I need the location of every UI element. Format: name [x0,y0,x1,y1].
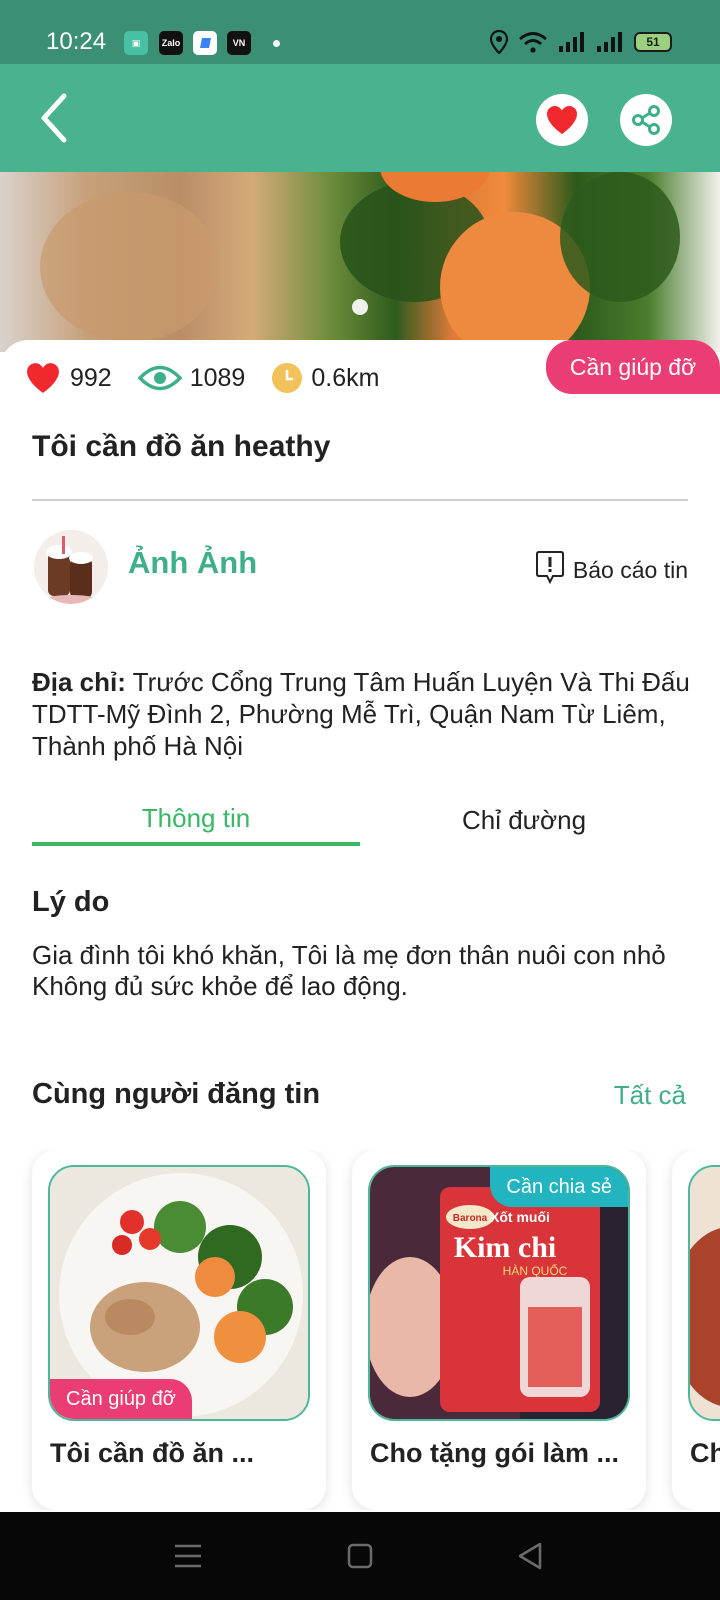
see-all-link[interactable]: Tất cả [614,1080,686,1111]
report-label: Báo cáo tin [572,556,688,583]
related-post-card[interactable]: Barona Xốt muối Kim chi HÀN QUỐC Cần chi… [352,1150,646,1510]
reason-text: Gia đình tôi khó khăn, Tôi là mẹ đơn thâ… [32,940,692,1002]
zalo-icon: Zalo [159,31,183,55]
heart-icon [24,361,62,395]
battery-icon: 51 [634,32,672,52]
share-icon [632,105,660,135]
reason-line-2: Không đủ sức khỏe để lao động. [32,971,408,1001]
reason-heading: Lý do [32,886,110,918]
report-icon [535,550,565,590]
post-stats: 992 1089 0.6km [24,358,405,398]
browser-icon [193,31,217,55]
related-post-card[interactable]: Cần giúp đỡ Tôi cần đồ ăn ... [32,1150,326,1510]
card-title: Tôi cần đồ ăn ... [50,1438,255,1468]
carousel-indicator [352,299,368,315]
app-notification-icon: ▣ [124,31,148,55]
status-bar: 10:24 ▣ Zalo VN 51 [0,0,720,64]
views-stat: 1089 [137,363,246,393]
address: Địa chỉ: Trước Cổng Trung Tâm Huấn Luyện… [32,666,692,762]
vn-app-icon: VN [227,31,251,55]
more-notifications-dot [273,40,280,47]
related-heading: Cùng người đăng tin [32,1078,321,1110]
divider [32,499,688,501]
status-time: 10:24 [46,28,107,55]
svg-text:Xốt muối: Xốt muối [490,1209,550,1225]
likes-stat: 992 [24,361,112,395]
status-indicators: 51 [490,30,672,54]
triangle-back-icon [518,1542,542,1570]
clock-icon [271,362,303,394]
wifi-icon [519,32,547,53]
menu-icon [175,1544,201,1568]
card-image: Barona Xốt muối Kim chi HÀN QUỐC Cần chi… [368,1165,630,1421]
back-button[interactable] [30,90,80,146]
location-icon [490,30,508,54]
svg-text:Kim chi: Kim chi [454,1231,557,1264]
home-button[interactable] [338,1534,382,1578]
post-title: Tôi cần đồ ăn heathy [32,430,331,463]
heart-icon [547,106,577,134]
post-image-carousel[interactable] [0,172,720,352]
card-status-badge: Cần giúp đỡ [50,1379,192,1419]
svg-text:HÀN QUỐC: HÀN QUỐC [503,1263,568,1278]
tab-directions[interactable]: Chỉ đường [360,794,688,846]
share-button[interactable] [620,94,672,146]
views-count: 1089 [189,363,246,392]
eye-icon [137,363,182,393]
card-title: Ch [690,1438,720,1468]
app-header [0,64,720,172]
card-status-badge: Cần chia sẻ [490,1167,628,1207]
card-image [688,1165,720,1421]
detail-tabs: Thông tin Chỉ đường [32,794,688,846]
chevron-left-icon [41,93,67,143]
square-icon [347,1543,373,1569]
recents-button[interactable] [166,1534,210,1578]
post-detail: Cần giúp đỡ 992 1089 0.6km Tôi cần đồ ăn… [0,340,720,1512]
address-label: Địa chỉ: [32,667,126,697]
related-posts-list: Cần giúp đỡ Tôi cần đồ ăn ... Barona Xốt… [0,1150,720,1510]
related-post-card[interactable]: Ch [672,1150,720,1510]
author-name[interactable]: Ảnh Ảnh [128,545,257,581]
author-avatar[interactable] [34,530,108,604]
status-badge: Cần giúp đỡ [546,340,720,394]
distance-stat: 0.6km [271,362,379,394]
favorite-button[interactable] [536,94,588,146]
card-title: Cho tặng gói làm ... [370,1438,619,1468]
distance-value: 0.6km [311,363,380,392]
system-nav-bar [0,1512,720,1600]
reason-line-1: Gia đình tôi khó khăn, Tôi là mẹ đơn thâ… [32,940,666,970]
card-image: Cần giúp đỡ [48,1165,310,1421]
report-button[interactable]: Báo cáo tin [535,550,688,590]
signal-icon [559,32,584,52]
likes-count: 992 [70,363,112,392]
signal-icon-2 [597,32,622,52]
address-text: Trước Cổng Trung Tâm Huấn Luyện Và Thi Đ… [32,667,690,761]
system-back-button[interactable] [508,1534,552,1578]
tab-info[interactable]: Thông tin [32,794,360,846]
svg-text:Barona: Barona [453,1213,488,1224]
